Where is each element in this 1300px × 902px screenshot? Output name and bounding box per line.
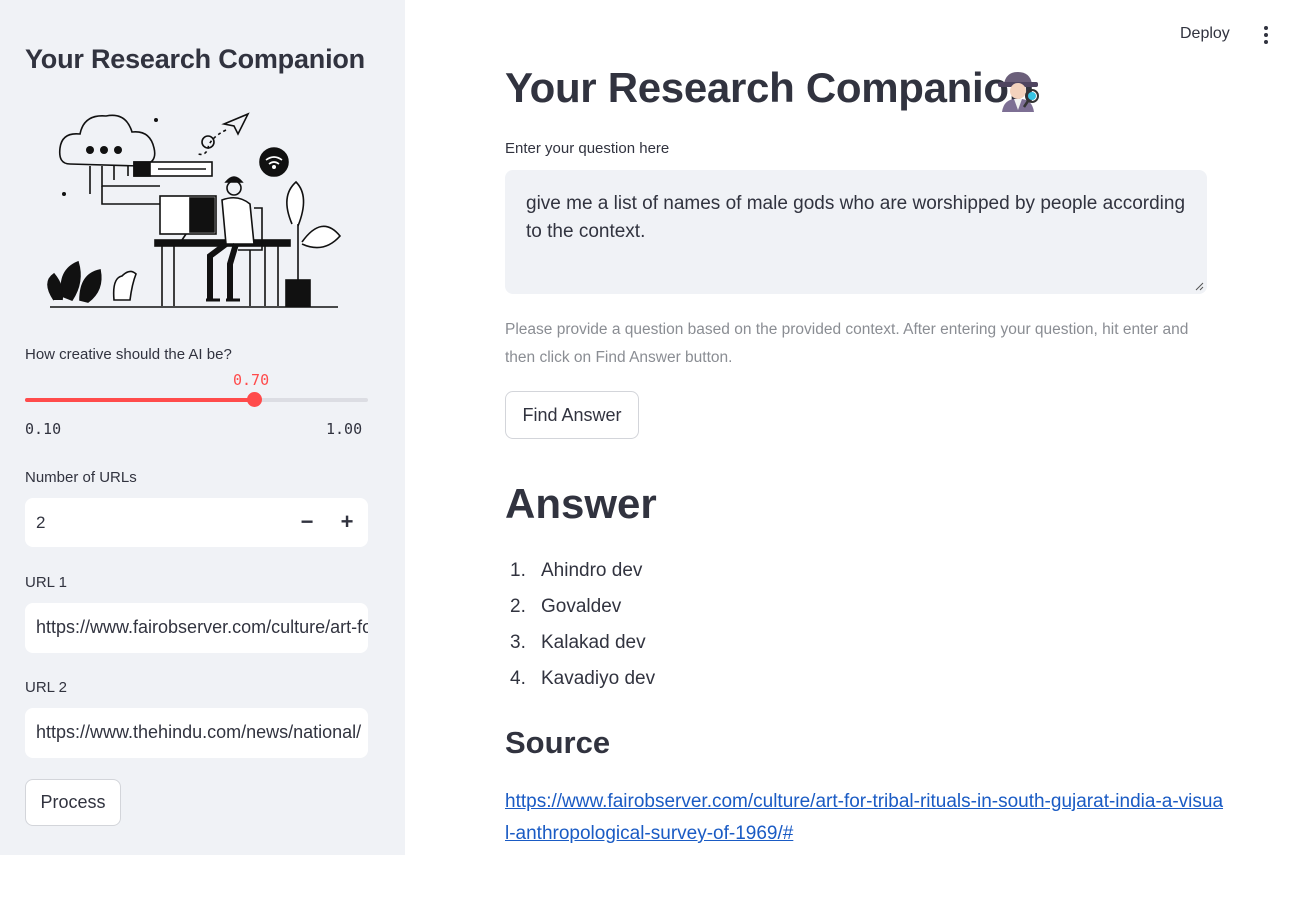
url2-value[interactable]: https://www.thehindu.com/news/national/ [36, 722, 361, 743]
num-urls-input[interactable]: 2 − + [25, 498, 368, 547]
source-heading: Source [505, 725, 611, 760]
help-text: Please provide a question based on the p… [505, 321, 1189, 366]
research-illustration [47, 112, 342, 308]
answer-list: 1. Ahindro dev 2. Govaldev 3. Kalakad dev 4… [505, 557, 655, 701]
num-urls-label: Number of URLs [25, 469, 137, 486]
list-item: 4. Kavadiyo dev [505, 665, 655, 701]
slider-fill [25, 398, 254, 402]
url1-value[interactable]: https://www.fairobserver.com/culture/art… [36, 617, 368, 638]
url2-label: URL 2 [25, 679, 67, 696]
resize-handle-icon[interactable] [1195, 282, 1204, 291]
find-answer-button[interactable]: Find Answer [505, 391, 639, 439]
list-item: 3. Kalakad dev [505, 629, 655, 665]
question-label: Enter your question here [505, 140, 670, 157]
url1-label: URL 1 [25, 574, 67, 591]
question-textarea[interactable]: give me a list of names of male gods who… [505, 170, 1207, 294]
creativity-min: 0.10 [25, 420, 62, 438]
source-link[interactable]: https://www.fairobserver.com/culture/art… [505, 786, 1225, 850]
increment-button[interactable]: + [332, 507, 362, 537]
num-urls-value[interactable]: 2 [36, 513, 45, 533]
creativity-label: How creative should the AI be? [25, 346, 232, 363]
detective-emoji-icon [998, 72, 1039, 112]
creativity-slider[interactable] [25, 392, 368, 407]
vertical-ellipsis-icon[interactable] [1260, 26, 1272, 46]
url2-input[interactable]: https://www.thehindu.com/news/national/ [25, 708, 368, 758]
creativity-max: 1.00 [326, 420, 363, 438]
decrement-button[interactable]: − [292, 507, 322, 537]
url1-input[interactable]: https://www.fairobserver.com/culture/art… [25, 603, 368, 653]
list-item-number: 3. [510, 632, 526, 653]
sidebar: Your Research Companion How creative sho… [0, 0, 405, 855]
list-item-number: 4. [510, 668, 526, 689]
slider-thumb[interactable] [246, 392, 262, 407]
list-item-number: 1. [510, 560, 526, 581]
creativity-current-value: 0.70 [233, 371, 270, 389]
list-item-number: 2. [510, 596, 526, 617]
process-button[interactable]: Process [25, 779, 121, 826]
list-item: 2. Govaldev [505, 593, 655, 629]
list-item-text: Kavadiyo dev [541, 668, 656, 689]
answer-heading: Answer [505, 480, 657, 527]
page-title: Your Research Companion [505, 64, 1035, 111]
list-item-text: Govaldev [541, 596, 622, 617]
list-item-text: Kalakad dev [541, 632, 646, 653]
deploy-button[interactable]: Deploy [1180, 25, 1230, 43]
sidebar-title: Your Research Companion [25, 44, 365, 74]
question-value[interactable]: give me a list of names of male gods who… [526, 190, 1196, 246]
list-item: 1. Ahindro dev [505, 557, 655, 593]
list-item-text: Ahindro dev [541, 560, 643, 581]
